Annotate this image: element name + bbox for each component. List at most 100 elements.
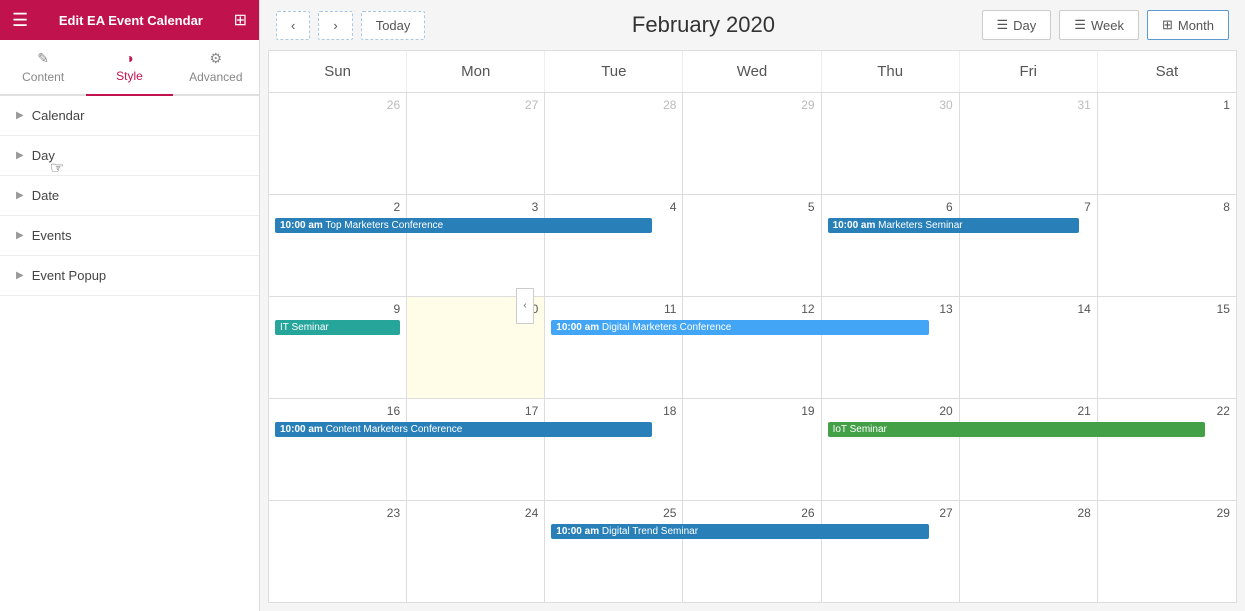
cell-date-number: 7 — [966, 199, 1091, 216]
sidebar-item-event-popup[interactable]: ▶ Event Popup — [0, 256, 259, 296]
calendar-cell[interactable]: 27 — [822, 501, 960, 602]
cell-date-number: 16 — [275, 403, 400, 420]
calendar-cell[interactable]: 7 — [960, 195, 1098, 296]
cell-date-number: 9 — [275, 301, 400, 318]
calendar-cell[interactable]: 27 — [407, 93, 545, 194]
week-view-button[interactable]: ☰ Week — [1059, 10, 1139, 40]
week-view-label: Week — [1091, 18, 1124, 33]
calendar-cell[interactable]: 2510:00 am Digital Trend Seminar — [545, 501, 683, 602]
grid-icon[interactable]: ⊞ — [234, 10, 247, 30]
calendar-cell[interactable]: 19 — [683, 399, 821, 500]
calendar-cell[interactable]: 9 IT Seminar — [269, 297, 407, 398]
calendar-body: 2627282930311210:00 am Top Marketers Con… — [269, 93, 1236, 602]
cell-date-number: 6 — [828, 199, 953, 216]
cell-date-number: 2 — [275, 199, 400, 216]
hamburger-icon[interactable]: ☰ — [12, 10, 28, 31]
calendar-cell[interactable]: 24 — [407, 501, 545, 602]
calendar-cell[interactable]: 12 — [683, 297, 821, 398]
event-bar[interactable]: IT Seminar — [275, 320, 400, 335]
cell-date-number: 22 — [1104, 403, 1230, 420]
sidebar-collapse-button[interactable]: ‹ — [516, 288, 534, 324]
sidebar-item-label: Event Popup — [32, 268, 106, 283]
calendar-cell[interactable]: 1 — [1098, 93, 1236, 194]
cell-date-number: 21 — [966, 403, 1091, 420]
calendar-cell[interactable]: 610:00 am Marketers Seminar — [822, 195, 960, 296]
sidebar-item-calendar[interactable]: ▶ Calendar — [0, 96, 259, 136]
cell-date-number: 27 — [828, 505, 953, 522]
event-bar[interactable]: IoT Seminar — [828, 422, 1205, 437]
calendar-cell[interactable]: 29 — [683, 93, 821, 194]
cell-date-number: 29 — [689, 97, 814, 114]
cell-date-number: 14 — [966, 301, 1091, 318]
cell-date-number: 24 — [413, 505, 538, 522]
calendar-cell[interactable]: 17 — [407, 399, 545, 500]
calendar-cell[interactable]: 30 — [822, 93, 960, 194]
calendar-cell[interactable]: 14 — [960, 297, 1098, 398]
event-bar[interactable]: 10:00 am Marketers Seminar — [828, 218, 1079, 233]
calendar-cell[interactable]: 3 — [407, 195, 545, 296]
sidebar-item-date[interactable]: ▶ Date — [0, 176, 259, 216]
cell-date-number: 31 — [966, 97, 1091, 114]
event-bar[interactable]: 10:00 am Digital Trend Seminar — [551, 524, 928, 539]
calendar-container: Sun Mon Tue Wed Thu Fri Sat 262728293031… — [268, 50, 1237, 603]
sidebar-tabs: ✎ Content ◑ Style ⚙ Advanced — [0, 40, 259, 96]
calendar-cell[interactable]: 1110:00 am Digital Marketers Conference — [545, 297, 683, 398]
sidebar-item-events[interactable]: ▶ Events — [0, 216, 259, 256]
calendar-row: 23 24 2510:00 am Digital Trend Seminar26 27… — [269, 501, 1236, 602]
calendar-cell[interactable]: 8 — [1098, 195, 1236, 296]
calendar-cell[interactable]: 210:00 am Top Marketers Conference — [269, 195, 407, 296]
calendar-cell[interactable]: 26 — [683, 501, 821, 602]
cell-date-number: 11 — [551, 301, 676, 318]
tab-content[interactable]: ✎ Content — [0, 40, 86, 94]
cell-date-number: 20 — [828, 403, 953, 420]
sidebar: ☰ Edit EA Event Calendar ⊞ ✎ Content ◑ S… — [0, 0, 260, 611]
main-content: ‹ › Today February 2020 ☰ Day ☰ Week ⊞ M… — [260, 0, 1245, 611]
cell-date-number: 18 — [551, 403, 676, 420]
sidebar-item-label: Events — [32, 228, 72, 243]
sidebar-title: Edit EA Event Calendar — [59, 13, 203, 28]
cell-date-number: 27 — [413, 97, 538, 114]
calendar-cell[interactable]: 23 — [269, 501, 407, 602]
cell-date-number: 28 — [551, 97, 676, 114]
cell-date-number: 3 — [413, 199, 538, 216]
month-view-button[interactable]: ⊞ Month — [1147, 10, 1229, 40]
content-icon: ✎ — [37, 50, 49, 67]
calendar-cell[interactable]: 21 — [960, 399, 1098, 500]
cell-date-number: 17 — [413, 403, 538, 420]
tab-style[interactable]: ◑ Style — [86, 40, 172, 96]
day-view-label: Day — [1013, 18, 1036, 33]
arrow-icon: ▶ — [16, 110, 24, 121]
week-view-icon: ☰ — [1074, 17, 1086, 33]
calendar-cell[interactable]: 26 — [269, 93, 407, 194]
sidebar-item-label: Calendar — [32, 108, 85, 123]
calendar-cell[interactable]: 31 — [960, 93, 1098, 194]
calendar-cell[interactable]: 13 — [822, 297, 960, 398]
calendar-row: 26 27 28 29 30 31 1 — [269, 93, 1236, 195]
tab-advanced[interactable]: ⚙ Advanced — [173, 40, 259, 94]
sidebar-item-day[interactable]: ▶ Day ☞ — [0, 136, 259, 176]
calendar-cell[interactable]: 20IoT Seminar — [822, 399, 960, 500]
calendar-cell[interactable]: 28 — [960, 501, 1098, 602]
month-view-icon: ⊞ — [1162, 17, 1173, 33]
calendar-row: 210:00 am Top Marketers Conference345610… — [269, 195, 1236, 297]
calendar-cell[interactable]: 28 — [545, 93, 683, 194]
cell-date-number: 1 — [1104, 97, 1230, 114]
day-view-button[interactable]: ☰ Day — [982, 10, 1052, 40]
calendar-cell[interactable]: 4 — [545, 195, 683, 296]
prev-button[interactable]: ‹ — [276, 11, 310, 40]
sidebar-item-label: Date — [32, 188, 59, 203]
event-bar[interactable]: 10:00 am Content Marketers Conference — [275, 422, 652, 437]
cell-date-number: 23 — [275, 505, 400, 522]
calendar-cell[interactable]: 15 — [1098, 297, 1236, 398]
calendar-cell[interactable]: 1610:00 am Content Marketers Conference — [269, 399, 407, 500]
calendar-cell[interactable]: 5 — [683, 195, 821, 296]
calendar-cell[interactable]: 18 — [545, 399, 683, 500]
calendar-cell[interactable]: 22 — [1098, 399, 1236, 500]
top-navigation: ‹ › Today February 2020 ☰ Day ☰ Week ⊞ M… — [260, 0, 1245, 50]
event-bar[interactable]: 10:00 am Digital Marketers Conference — [551, 320, 928, 335]
calendar-cell[interactable]: 29 — [1098, 501, 1236, 602]
next-button[interactable]: › — [318, 11, 352, 40]
tab-style-label: Style — [116, 69, 143, 83]
today-button[interactable]: Today — [361, 11, 426, 40]
event-bar[interactable]: 10:00 am Top Marketers Conference — [275, 218, 652, 233]
